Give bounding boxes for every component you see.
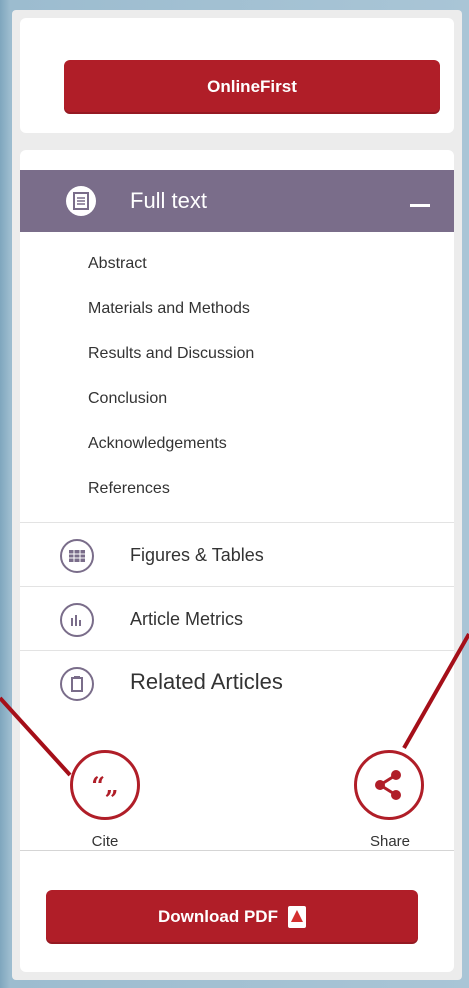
- figures-tables-row[interactable]: Figures & Tables: [20, 522, 454, 587]
- figures-tables-label: Figures & Tables: [130, 545, 264, 565]
- onlinefirst-card: OnlineFirst: [20, 18, 454, 133]
- clipboard-icon: [60, 667, 94, 701]
- full-text-label: Full text: [130, 188, 208, 213]
- sidebar-panel: OnlineFirst Full text Abstract Materials…: [12, 10, 462, 980]
- section-link-conclusion[interactable]: Conclusion: [88, 390, 167, 408]
- article-metrics-row[interactable]: Article Metrics: [20, 586, 454, 651]
- full-text-header[interactable]: Full text: [20, 170, 454, 232]
- section-link-materials[interactable]: Materials and Methods: [88, 300, 250, 318]
- section-link-results[interactable]: Results and Discussion: [88, 345, 254, 363]
- article-nav-card: Full text Abstract Materials and Methods…: [20, 150, 454, 972]
- onlinefirst-button[interactable]: OnlineFirst: [64, 60, 440, 114]
- related-articles-row[interactable]: Related Articles: [20, 650, 454, 715]
- bar-chart-icon: [60, 603, 94, 637]
- share-button[interactable]: [354, 750, 424, 820]
- share-icon: [375, 770, 401, 800]
- cite-button[interactable]: “„: [70, 750, 140, 820]
- related-articles-label: Related Articles: [130, 669, 283, 694]
- divider: [20, 850, 454, 851]
- section-link-acknowledgements[interactable]: Acknowledgements: [88, 435, 227, 453]
- collapse-icon[interactable]: [410, 204, 430, 207]
- section-link-abstract[interactable]: Abstract: [88, 255, 147, 273]
- download-pdf-label: Download PDF: [158, 907, 278, 926]
- table-icon: [60, 539, 94, 573]
- cite-label: Cite: [91, 833, 119, 850]
- document-icon: [66, 186, 96, 216]
- share-label: Share: [369, 833, 411, 850]
- section-link-references[interactable]: References: [88, 480, 170, 498]
- pdf-icon: [287, 906, 306, 928]
- article-metrics-label: Article Metrics: [130, 609, 244, 629]
- download-pdf-button[interactable]: Download PDF: [46, 890, 418, 944]
- quote-icon: “„: [91, 770, 119, 800]
